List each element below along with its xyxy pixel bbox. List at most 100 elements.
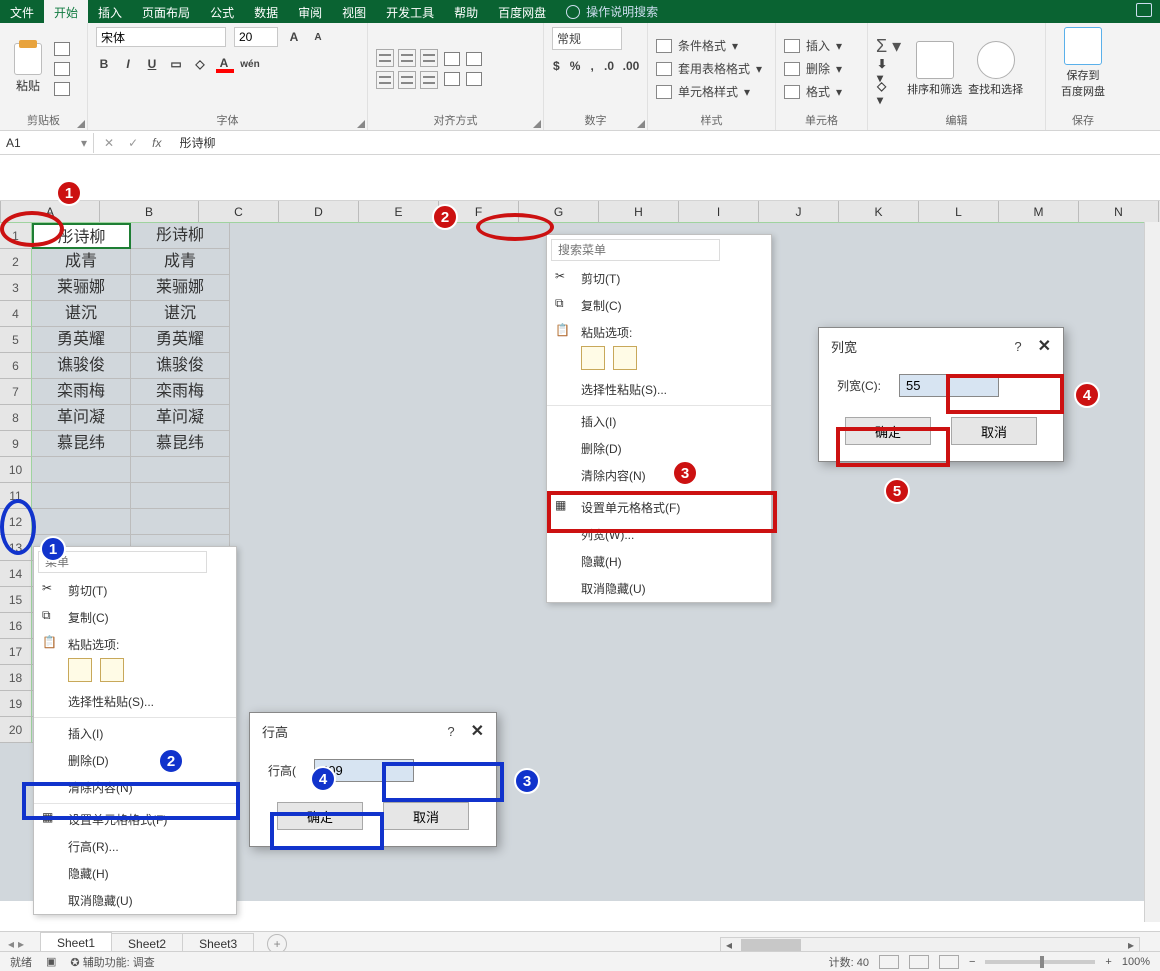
indent-icon[interactable]	[444, 72, 460, 86]
cell[interactable]: 勇英耀	[32, 327, 131, 353]
align-bottom-right[interactable]	[420, 71, 438, 89]
cell[interactable]: 谯骏俊	[32, 353, 131, 379]
paste-opt-1[interactable]	[581, 346, 605, 370]
ctx-delete[interactable]: 删除(D)	[547, 435, 771, 462]
cancel-edit-icon[interactable]: ✕	[104, 136, 114, 150]
align-top-right[interactable]	[420, 49, 438, 67]
ctx-hide[interactable]: 隐藏(H)	[547, 548, 771, 575]
row-header-18[interactable]: 18	[0, 665, 32, 691]
paste-button[interactable]: 粘贴	[8, 43, 48, 94]
menu-file[interactable]: 文件	[0, 0, 44, 23]
col-header-d[interactable]: D	[279, 201, 359, 223]
context-search-input[interactable]	[551, 239, 720, 261]
col-header-h[interactable]: H	[599, 201, 679, 223]
row-header-3[interactable]: 3	[0, 275, 32, 301]
cell[interactable]: 革问凝	[131, 405, 230, 431]
cell[interactable]: 谌沉	[32, 301, 131, 327]
zoom-in-icon[interactable]: +	[1105, 956, 1111, 968]
col-header-m[interactable]: M	[999, 201, 1079, 223]
tab-insert[interactable]: 插入	[88, 0, 132, 23]
row-header-8[interactable]: 8	[0, 405, 32, 431]
cell[interactable]: 莱骊娜	[131, 275, 230, 301]
cell[interactable]	[131, 483, 230, 509]
font-name-input[interactable]	[96, 27, 226, 47]
tab-nav-next-icon[interactable]: ▸	[18, 937, 24, 951]
tab-view[interactable]: 视图	[332, 0, 376, 23]
save-baidu-button[interactable]: 保存到 百度网盘	[1054, 27, 1112, 110]
ctx2-cut[interactable]: ✂剪切(T)	[34, 577, 236, 604]
decrease-decimal-icon[interactable]: .00	[623, 58, 639, 74]
tab-help[interactable]: 帮助	[444, 0, 488, 23]
row-header-10[interactable]: 10	[0, 457, 32, 483]
zoom-level[interactable]: 100%	[1122, 956, 1150, 968]
clear-icon[interactable]: ◇ ▾	[876, 85, 892, 101]
tab-formula[interactable]: 公式	[200, 0, 244, 23]
row-header-7[interactable]: 7	[0, 379, 32, 405]
select-all-triangle[interactable]	[0, 201, 1, 223]
dlg-row-cancel-button[interactable]: 取消	[383, 802, 469, 830]
clipboard-launcher-icon[interactable]	[77, 120, 85, 128]
row-header-9[interactable]: 9	[0, 431, 32, 457]
dlg-row-close-icon[interactable]: ✕	[471, 723, 484, 740]
dlg-row-help-icon[interactable]: ?	[447, 724, 454, 739]
cut-icon[interactable]	[54, 42, 70, 56]
italic-button[interactable]: I	[120, 56, 136, 72]
row-header-14[interactable]: 14	[0, 561, 32, 587]
ctx2-delete[interactable]: 删除(D)	[34, 747, 236, 774]
vertical-scrollbar[interactable]	[1144, 222, 1160, 922]
tab-dev[interactable]: 开发工具	[376, 0, 444, 23]
cell[interactable]	[131, 457, 230, 483]
ctx2-row-height[interactable]: 行高(R)...	[34, 833, 236, 860]
conditional-format-button[interactable]: 条件格式▾	[656, 37, 767, 54]
col-header-l[interactable]: L	[919, 201, 999, 223]
delete-cells-button[interactable]: 删除▾	[784, 60, 859, 77]
cell[interactable]: 彤诗柳	[131, 223, 230, 249]
row-header-17[interactable]: 17	[0, 639, 32, 665]
ctx2-insert[interactable]: 插入(I)	[34, 720, 236, 747]
cell[interactable]	[32, 483, 131, 509]
ctx-paste-special[interactable]: 选择性粘贴(S)...	[547, 376, 771, 403]
font-color-button[interactable]: A	[216, 55, 234, 73]
page-layout-view-icon[interactable]	[909, 955, 929, 969]
row-header-4[interactable]: 4	[0, 301, 32, 327]
insert-cells-button[interactable]: 插入▾	[784, 37, 859, 54]
accessibility-status[interactable]: ✪ 辅助功能: 调查	[70, 954, 154, 970]
name-box-dropdown-icon[interactable]: ▾	[81, 136, 87, 150]
align-bottom-left[interactable]	[376, 71, 394, 89]
cell[interactable]: 成青	[32, 249, 131, 275]
ctx-copy[interactable]: ⧉复制(C)	[547, 292, 771, 319]
autosum-icon[interactable]: Σ ▾	[876, 36, 901, 57]
tab-baidu[interactable]: 百度网盘	[488, 0, 556, 23]
cell[interactable]	[131, 509, 230, 535]
ctx2-paste-special[interactable]: 选择性粘贴(S)...	[34, 688, 236, 715]
fill-icon[interactable]: ⬇ ▾	[876, 63, 892, 79]
comment-icon[interactable]	[1136, 3, 1152, 17]
align-top-left[interactable]	[376, 49, 394, 67]
tab-data[interactable]: 数据	[244, 0, 288, 23]
font-size-input[interactable]	[234, 27, 278, 47]
fill-color-button[interactable]: ◇	[192, 56, 208, 72]
ctx2-copy[interactable]: ⧉复制(C)	[34, 604, 236, 631]
orientation-icon[interactable]	[444, 52, 460, 66]
confirm-edit-icon[interactable]: ✓	[128, 136, 138, 150]
zoom-slider[interactable]	[985, 960, 1095, 964]
name-box[interactable]: A1 ▾	[0, 133, 94, 153]
tell-me[interactable]: 操作说明搜索	[566, 3, 658, 20]
paste-opt-2[interactable]	[613, 346, 637, 370]
table-format-button[interactable]: 套用表格格式▾	[656, 60, 767, 77]
cell[interactable]: 谯骏俊	[131, 353, 230, 379]
cell[interactable]: 慕昆纬	[32, 431, 131, 457]
page-break-view-icon[interactable]	[939, 955, 959, 969]
decrease-font-icon[interactable]: A	[310, 29, 326, 45]
percent-icon[interactable]: %	[569, 58, 582, 74]
cell[interactable]: 栾雨梅	[131, 379, 230, 405]
cell[interactable]: 栾雨梅	[32, 379, 131, 405]
format-painter-icon[interactable]	[54, 82, 70, 96]
col-header-b[interactable]: B	[100, 201, 199, 223]
col-header-i[interactable]: I	[679, 201, 759, 223]
cell[interactable]	[32, 509, 131, 535]
scroll-right-icon[interactable]: ▸	[1123, 938, 1139, 952]
tab-nav-prev-icon[interactable]: ◂	[8, 937, 14, 951]
underline-button[interactable]: U	[144, 56, 160, 72]
font-launcher-icon[interactable]	[357, 120, 365, 128]
